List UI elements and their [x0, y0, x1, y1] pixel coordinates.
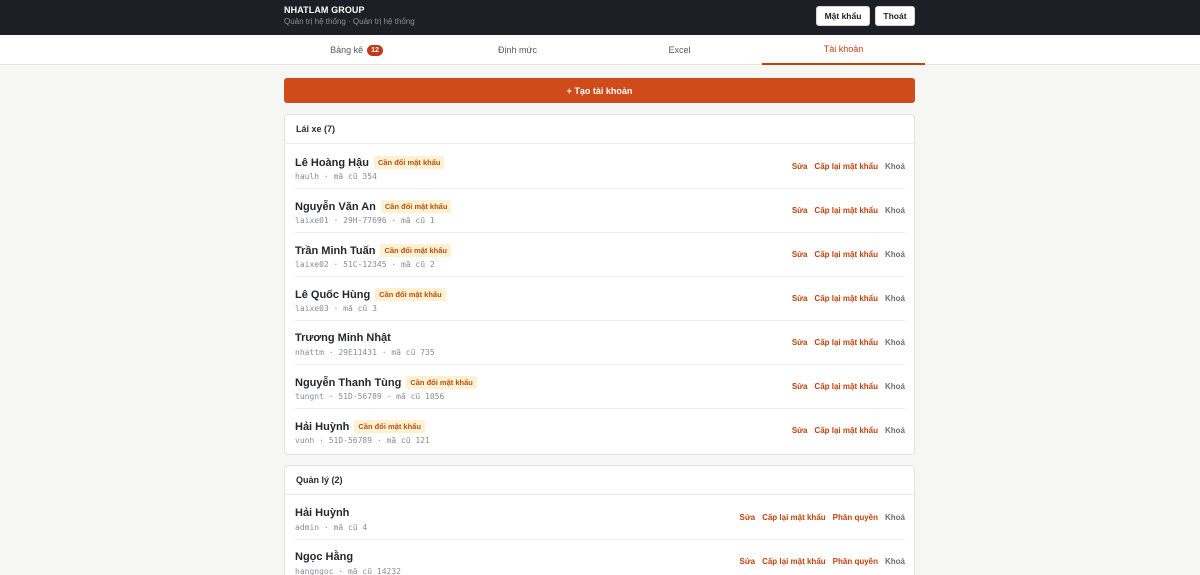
list-item: Trần Minh Tuấn Cần đổi mật khẩu laixe02 …	[295, 233, 905, 277]
user-meta: laixe03 · mã cũ 3	[295, 304, 377, 313]
list-item: Nguyễn Thanh Tùng Cần đổi mật khẩu tungn…	[295, 365, 905, 409]
reset-password-button[interactable]: Cấp lại mật khẩu	[814, 250, 878, 259]
reset-password-button[interactable]: Cấp lại mật khẩu	[762, 557, 826, 566]
top-bar: NHATLAM GROUP Quản trị hệ thống · Quản t…	[0, 0, 1200, 35]
edit-button[interactable]: Sửa	[792, 206, 808, 215]
user-name: Lê Quốc Hùng	[295, 288, 371, 301]
status-badge: Cần đổi mật khẩu	[406, 376, 477, 389]
user-meta: hangngoc · mã cũ 14232	[295, 567, 401, 575]
user-name: Hải Huỳnh	[295, 420, 350, 433]
edit-button[interactable]: Sửa	[740, 557, 756, 566]
status-badge: Cần đổi mật khẩu	[373, 156, 445, 169]
edit-button[interactable]: Sửa	[792, 250, 808, 259]
reset-password-button[interactable]: Cấp lại mật khẩu	[814, 382, 878, 391]
lock-button[interactable]: Khoá	[885, 382, 905, 391]
drivers-card: Lái xe (7) Lê Hoàng Hậu Cần đổi mật khẩu…	[284, 114, 915, 455]
reset-password-button[interactable]: Cấp lại mật khẩu	[814, 206, 878, 215]
list-item: Trương Minh Nhật nhattm · 29E11431 · mã …	[295, 321, 905, 365]
tab-dinh-muc[interactable]: Định mức	[436, 35, 599, 65]
drivers-section-title: Lái xe (7)	[285, 115, 914, 144]
permissions-button[interactable]: Phân quyền	[833, 513, 878, 522]
user-meta: nhattm · 29E11431 · mã cũ 735	[295, 348, 435, 357]
user-name: Nguyễn Văn An	[295, 200, 376, 213]
user-meta: vunh · 51D-56789 · mã cũ 121	[295, 436, 430, 445]
tab-label: Tài khoản	[823, 44, 864, 54]
lock-button[interactable]: Khoá	[885, 206, 905, 215]
status-badge: Cần đổi mật khẩu	[380, 244, 451, 257]
tab-excel[interactable]: Excel	[598, 35, 761, 65]
list-item: Hải Huỳnh Cần đổi mật khẩu vunh · 51D-56…	[295, 409, 905, 453]
reset-password-button[interactable]: Cấp lại mật khẩu	[814, 338, 878, 347]
reset-password-button[interactable]: Cấp lại mật khẩu	[814, 162, 878, 171]
change-password-button[interactable]: Mật khẩu	[816, 6, 870, 26]
permissions-button[interactable]: Phân quyền	[833, 557, 878, 566]
lock-button[interactable]: Khoá	[885, 294, 905, 303]
user-meta: admin · mã cũ 4	[295, 523, 368, 532]
status-badge: Cần đổi mật khẩu	[380, 200, 452, 213]
status-badge: Cần đổi mật khẩu	[375, 288, 446, 301]
user-name: Trương Minh Nhật	[295, 332, 391, 344]
list-item: Nguyễn Văn An Cần đổi mật khẩu laixe01 ·…	[295, 189, 905, 233]
edit-button[interactable]: Sửa	[792, 162, 808, 171]
create-account-button[interactable]: + Tạo tài khoản	[284, 78, 915, 103]
user-meta: tungnt · 51D-56789 · mã cũ 1056	[295, 392, 445, 401]
lock-button[interactable]: Khoá	[885, 162, 905, 171]
reset-password-button[interactable]: Cấp lại mật khẩu	[762, 513, 826, 522]
user-meta: laixe01 · 29H-77696 · mã cũ 1	[295, 216, 435, 225]
list-item: Lê Quốc Hùng Cần đổi mật khẩu laixe03 · …	[295, 277, 905, 321]
user-name: Lê Hoàng Hậu	[295, 156, 369, 169]
tab-label: Định mức	[497, 45, 538, 55]
edit-button[interactable]: Sửa	[792, 426, 808, 435]
user-name: Ngọc Hằng	[295, 551, 354, 563]
lock-button[interactable]: Khoá	[885, 338, 905, 347]
edit-button[interactable]: Sửa	[740, 513, 756, 522]
edit-button[interactable]: Sửa	[792, 338, 808, 347]
user-meta: haulh · mã cũ 354	[295, 172, 377, 181]
lock-button[interactable]: Khoá	[885, 513, 905, 522]
edit-button[interactable]: Sửa	[792, 294, 808, 303]
tab-bang-ke[interactable]: Bảng kê 12	[275, 35, 438, 65]
user-name: Nguyễn Thanh Tùng	[295, 376, 402, 389]
reset-password-button[interactable]: Cấp lại mật khẩu	[814, 426, 878, 435]
list-item: Hải Huỳnh admin · mã cũ 4 Sửa Cấp lại mậ…	[295, 496, 905, 540]
reset-password-button[interactable]: Cấp lại mật khẩu	[814, 294, 878, 303]
tab-tai-khoan[interactable]: Tài khoản	[762, 35, 925, 65]
lock-button[interactable]: Khoá	[885, 557, 905, 566]
list-item: Ngọc Hằng hangngoc · mã cũ 14232 Sửa Cấp…	[295, 540, 905, 575]
status-badge: Cần đổi mật khẩu	[354, 420, 425, 433]
tab-bar: Bảng kê 12 Định mức Excel Tài khoản	[0, 35, 1200, 65]
user-meta: laixe02 · 51C-12345 · mã cũ 2	[295, 260, 435, 269]
count-badge: 12	[367, 44, 383, 56]
list-item: Lê Hoàng Hậu Cần đổi mật khẩu haulh · mã…	[295, 145, 905, 189]
tab-label: Excel	[668, 45, 691, 55]
brand-name: NHATLAM GROUP	[284, 5, 365, 15]
user-name: Trần Minh Tuấn	[295, 244, 376, 257]
logout-button[interactable]: Thoát	[875, 6, 915, 26]
lock-button[interactable]: Khoá	[885, 426, 905, 435]
tab-label: Bảng kê	[330, 45, 364, 55]
managers-section-title: Quản lý (2)	[285, 466, 914, 495]
user-name: Hải Huỳnh	[295, 507, 350, 519]
lock-button[interactable]: Khoá	[885, 250, 905, 259]
edit-button[interactable]: Sửa	[792, 382, 808, 391]
brand-subtitle: Quản trị hệ thống · Quản trị hệ thống	[284, 17, 415, 26]
managers-card: Quản lý (2) Hải Huỳnh admin · mã cũ 4 Sử…	[284, 465, 915, 575]
